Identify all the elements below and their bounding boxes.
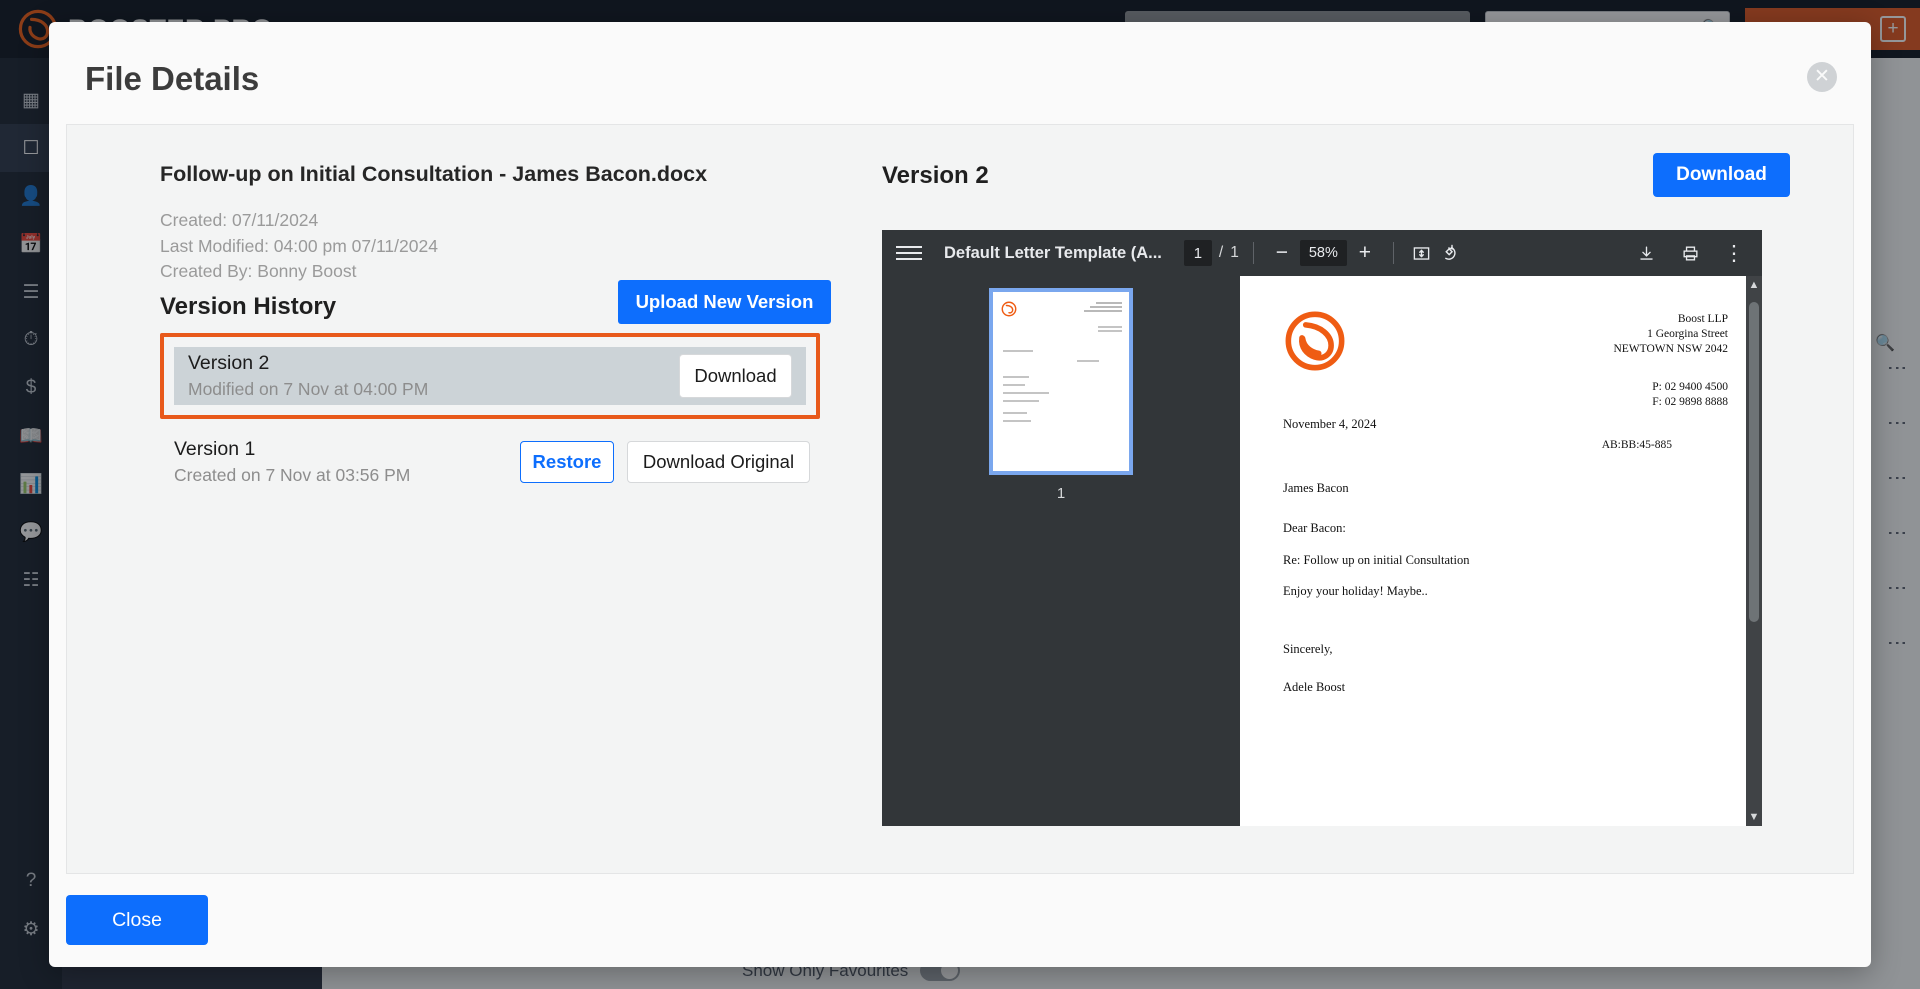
download-button[interactable]: Download (1653, 153, 1790, 197)
restore-version-1-button[interactable]: Restore (520, 441, 614, 483)
print-icon[interactable] (1676, 239, 1704, 267)
pdf-thumbnail-label: 1 (1056, 485, 1066, 502)
more-vertical-icon[interactable]: ⋮ (1720, 239, 1748, 267)
close-button[interactable]: Close (66, 895, 208, 945)
modal-body: Follow-up on Initial Consultation - Jame… (66, 124, 1854, 874)
close-icon[interactable]: ✕ (1807, 62, 1837, 92)
version-row-texts: Version 1 Created on 7 Nov at 03:56 PM (174, 438, 520, 486)
version-row-selected-highlight: Version 2 Modified on 7 Nov at 04:00 PM … (160, 333, 820, 419)
file-name: Follow-up on Initial Consultation - Jame… (160, 162, 708, 186)
zoom-level[interactable]: 58% (1299, 240, 1347, 266)
table-row[interactable]: Version 1 Created on 7 Nov at 03:56 PM R… (160, 427, 820, 497)
version-name: Version 1 (174, 438, 256, 460)
table-row[interactable]: Version 2 Modified on 7 Nov at 04:00 PM … (174, 347, 806, 405)
rotate-icon[interactable] (1436, 239, 1464, 267)
letterhead-line: 1 Georgina Street (1647, 328, 1728, 340)
letter-salutation: Dear Bacon: (1283, 521, 1346, 535)
scrollbar-thumb[interactable] (1749, 302, 1759, 622)
letter-body: Enjoy your holiday! Maybe.. (1283, 584, 1428, 598)
letterhead-contact: P: 02 9400 4500 F: 02 9898 8888 (1652, 380, 1728, 410)
letterhead-phone: P: 02 9400 4500 (1652, 381, 1728, 393)
scroll-up-icon[interactable]: ▲ (1746, 276, 1762, 294)
pdf-page-thumbnail[interactable] (989, 288, 1133, 475)
file-last-modified: Last Modified: 04:00 pm 07/11/2024 (160, 235, 438, 256)
page-separator: / (1218, 244, 1224, 261)
pdf-page: Boost LLP 1 Georgina Street NEWTOWN NSW … (1240, 276, 1762, 826)
version-history-list: Version 2 Modified on 7 Nov at 04:00 PM … (160, 333, 820, 497)
version-history-heading: Version History (160, 293, 337, 320)
letter-closing: Sincerely, (1283, 642, 1333, 656)
letterhead-address: Boost LLP 1 Georgina Street NEWTOWN NSW … (1613, 312, 1728, 357)
pdf-document-title: Default Letter Template (A... (944, 243, 1162, 262)
pdf-page-area: Boost LLP 1 Georgina Street NEWTOWN NSW … (1240, 276, 1762, 826)
file-details-modal: File Details ✕ Follow-up on Initial Cons… (49, 22, 1871, 967)
letterhead-line: Boost LLP (1677, 313, 1728, 325)
scrollbar[interactable]: ▲ ▼ (1746, 276, 1762, 826)
download-original-button[interactable]: Download Original (627, 441, 810, 483)
pdf-viewer: Default Letter Template (A... / 1 − 58% … (882, 230, 1762, 826)
toolbar-divider (1252, 242, 1254, 264)
download-version-2-button[interactable]: Download (679, 354, 792, 398)
hamburger-menu-icon[interactable] (896, 246, 922, 260)
page-total: 1 (1230, 244, 1239, 261)
file-info-pane: Follow-up on Initial Consultation - Jame… (67, 125, 831, 875)
letter-subject: Re: Follow up on initial Consultation (1283, 553, 1470, 567)
letterhead-fax: F: 02 9898 8888 (1652, 396, 1728, 408)
version-row-texts: Version 2 Modified on 7 Nov at 04:00 PM (188, 352, 679, 400)
fit-page-icon[interactable] (1408, 239, 1436, 267)
letterhead-line: NEWTOWN NSW 2042 (1613, 343, 1728, 355)
letter-date: November 4, 2024 (1283, 417, 1377, 431)
scroll-down-icon[interactable]: ▼ (1746, 808, 1762, 826)
file-preview-pane: Version 2 Download Default Letter Templa… (787, 125, 1855, 875)
zoom-out-icon[interactable]: − (1268, 239, 1296, 267)
letter-signer: Adele Boost (1283, 680, 1346, 694)
page-title: File Details (85, 60, 260, 97)
download-icon[interactable] (1632, 239, 1660, 267)
toolbar-divider (1392, 242, 1394, 264)
version-meta: Modified on 7 Nov at 04:00 PM (188, 379, 429, 399)
pdf-toolbar: Default Letter Template (A... / 1 − 58% … (882, 230, 1762, 276)
letter-reference: AB:BB:45-885 (1601, 439, 1672, 451)
version-name: Version 2 (188, 352, 270, 374)
pdf-stage: 1 Boost LLP 1 Georgina Street NEWTOWN NS… (882, 276, 1762, 826)
file-created: Created: 07/11/2024 (160, 210, 319, 230)
pdf-thumbnail-panel: 1 (882, 276, 1240, 826)
boost-logo-icon (1285, 311, 1345, 371)
version-meta: Created on 7 Nov at 03:56 PM (174, 465, 411, 485)
preview-heading: Version 2 (882, 162, 989, 189)
letter-recipient: James Bacon (1283, 481, 1349, 495)
file-metadata: Created: 07/11/2024 Last Modified: 04:00… (160, 208, 438, 285)
file-created-by: Created By: Bonny Boost (160, 261, 357, 281)
page-number-input[interactable] (1183, 240, 1212, 266)
zoom-in-icon[interactable]: + (1351, 239, 1379, 267)
